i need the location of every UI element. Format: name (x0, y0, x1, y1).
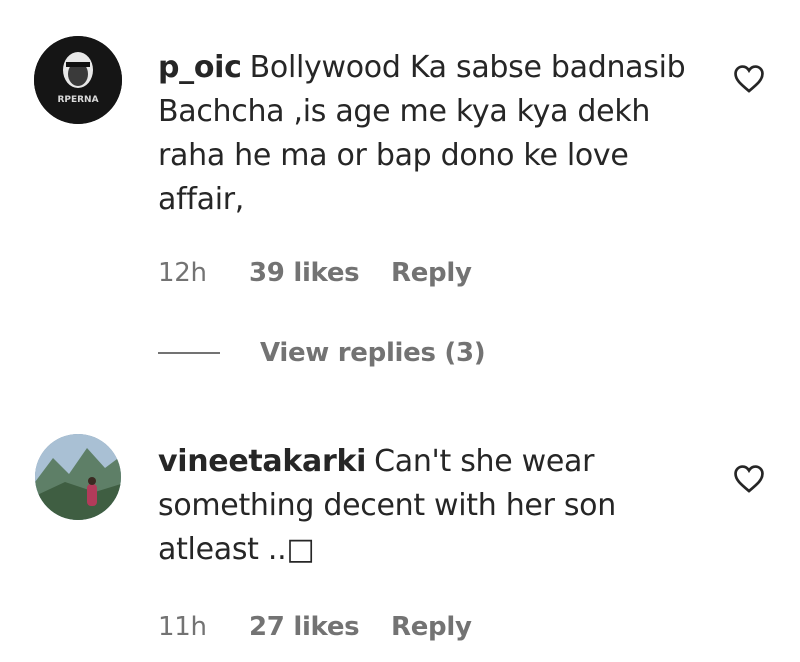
heart-icon[interactable] (732, 462, 766, 496)
avatar-image (35, 434, 121, 520)
heart-icon[interactable] (732, 62, 766, 96)
view-replies-button[interactable]: View replies (3) (158, 338, 486, 368)
comment-body: p_oic Bollywood Ka sabse badnasib Bachcha… (158, 46, 688, 222)
comment-likes-count[interactable]: 39 likes (249, 258, 391, 288)
reply-button[interactable]: Reply (391, 612, 472, 642)
avatar[interactable] (35, 434, 121, 520)
comment-likes-count[interactable]: 27 likes (249, 612, 391, 642)
avatar-logo-text: RPERNA (57, 95, 98, 105)
reply-button[interactable]: Reply (391, 258, 472, 288)
comment-meta: 12h 39 likes Reply (158, 258, 472, 288)
avatar-image: RPERNA (34, 36, 122, 124)
comment-username[interactable]: p_oic (158, 50, 242, 85)
comment-meta: 11h 27 likes Reply (158, 612, 472, 642)
comment-timestamp: 12h (158, 258, 207, 288)
comment-body: vineetakarki Can't she wear something dec… (158, 440, 678, 572)
replies-divider-line (158, 352, 220, 354)
comment-username[interactable]: vineetakarki (158, 444, 366, 479)
comment-timestamp: 11h (158, 612, 207, 642)
view-replies-label: View replies (3) (260, 338, 486, 368)
avatar[interactable]: RPERNA (34, 36, 122, 124)
